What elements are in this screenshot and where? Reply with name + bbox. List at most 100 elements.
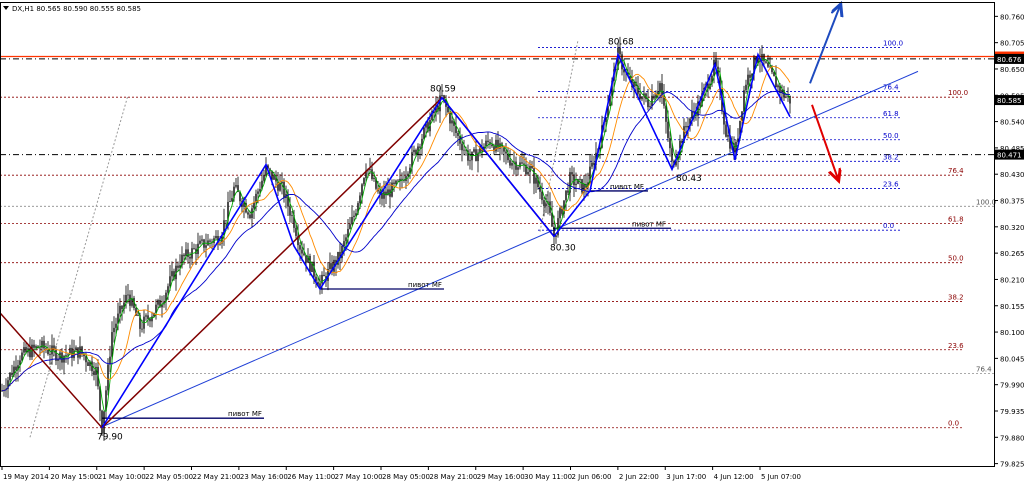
candle-body — [33, 344, 35, 348]
candle-body — [247, 212, 249, 215]
x-tick-label: 27 May 10:00 — [335, 473, 383, 481]
candle-body — [243, 203, 245, 207]
y-tick-label: 79.825 — [1000, 461, 1024, 469]
x-tick-label: 20 May 15:00 — [50, 473, 98, 481]
candle-body — [653, 95, 655, 99]
candle-body — [441, 95, 443, 96]
chart-window[interactable]: 100.0 76.4 61.8 50.0 38.2 23.6 0.0 100.0 76.4 61.… — [0, 0, 1024, 482]
chart-header: DX,H1 80.565 80.590 80.555 80.585 — [3, 5, 141, 13]
candle-body — [659, 83, 661, 92]
candle-body — [541, 191, 543, 201]
candle-body — [129, 294, 131, 306]
candle-body — [177, 265, 179, 268]
rising-trendline — [99, 70, 919, 429]
y-tick-label: 80.760 — [1000, 13, 1024, 21]
candle-body — [515, 161, 517, 170]
fib-red-label: 23.6 — [948, 342, 964, 350]
candle-body — [299, 245, 301, 250]
candle-body — [353, 215, 355, 217]
candle-body — [685, 126, 687, 128]
y-tick-label: 80.540 — [1000, 119, 1024, 127]
forecast-arrow-down — [811, 104, 838, 179]
candle-body — [381, 193, 383, 199]
candle-body — [393, 182, 395, 184]
fib-gray-label: 100.0 — [976, 198, 996, 206]
pivot-label: 79.90 — [97, 433, 123, 443]
candle-body — [301, 249, 303, 254]
candle-body — [749, 74, 751, 78]
candle-body — [591, 162, 593, 167]
pivot-mf-label: пивот MF — [228, 410, 262, 418]
candle-body — [763, 53, 765, 62]
candle-body — [469, 160, 471, 162]
candle-body — [447, 106, 449, 113]
candle-body — [259, 189, 261, 192]
candle-body — [255, 193, 257, 203]
candle-body — [579, 179, 581, 180]
ma-fast-line — [1, 58, 791, 413]
candle-body — [593, 162, 595, 165]
candle-body — [169, 276, 171, 287]
candle-body — [567, 190, 569, 193]
candle-body — [289, 206, 291, 216]
fib-gray-label: 76.4 — [976, 366, 992, 374]
candle-body — [127, 294, 129, 296]
candle-body — [725, 124, 727, 137]
x-tick-label: 30 May 11:00 — [524, 473, 572, 481]
candle-body — [533, 168, 535, 184]
x-tick-label: 21 May 10:00 — [98, 473, 146, 481]
chevron-down-icon[interactable] — [3, 6, 9, 10]
candle-body — [171, 271, 173, 277]
candle-body — [545, 203, 547, 207]
candle-body — [511, 162, 513, 166]
candle-body — [671, 148, 673, 161]
candle-body — [229, 201, 231, 203]
candle-body — [49, 354, 51, 355]
candle-body — [291, 215, 293, 216]
candle-body — [463, 149, 465, 151]
pivot-label: 80.59 — [430, 85, 456, 95]
candle-body — [263, 174, 265, 181]
x-tick-label: 23 May 16:00 — [240, 473, 288, 481]
price-chart[interactable]: 100.0 76.4 61.8 50.0 38.2 23.6 0.0 100.0 76.4 61.… — [0, 0, 1024, 482]
fib-diagonal — [29, 95, 129, 438]
candle-body — [363, 177, 365, 185]
candle-body — [519, 162, 521, 168]
candle-body — [225, 220, 227, 222]
x-tick-label: 22 May 21:00 — [193, 473, 241, 481]
price-tag-label: 80.585 — [997, 97, 1022, 105]
axes: 80.76080.70580.65080.59580.54080.48580.4… — [0, 2, 1024, 481]
candle-body — [369, 169, 371, 171]
candle-body — [115, 323, 117, 328]
candle-body — [777, 85, 779, 88]
fib-red-label: 38.2 — [948, 293, 964, 301]
fib-blue-label: 100.0 — [883, 39, 903, 47]
candle-body — [257, 191, 259, 194]
candle-body — [125, 294, 127, 303]
candle-body — [543, 200, 545, 207]
candle-body — [305, 255, 307, 263]
candle-body — [509, 160, 511, 166]
candle-body — [517, 167, 519, 170]
candle-body — [303, 253, 305, 256]
candle-body — [573, 174, 575, 186]
plot-frame — [0, 2, 995, 467]
candle-body — [491, 144, 493, 147]
candle-body — [407, 173, 409, 177]
candle-body — [11, 372, 13, 376]
x-tick-label: 4 Jun 12:00 — [714, 473, 754, 481]
candle-body — [273, 175, 275, 180]
candle-body — [765, 61, 767, 63]
moving-averages — [1, 58, 791, 413]
candle-body — [23, 347, 25, 353]
candle-body — [487, 140, 489, 143]
candle-body — [461, 143, 463, 151]
chart-title: DX,H1 80.565 80.590 80.555 80.585 — [12, 5, 141, 13]
candle-body — [21, 352, 23, 361]
candle-body — [249, 214, 251, 219]
candle-body — [521, 162, 523, 164]
candle-body — [649, 106, 651, 108]
candle-body — [539, 187, 541, 192]
candle-body — [785, 96, 787, 98]
candle-body — [147, 315, 149, 319]
